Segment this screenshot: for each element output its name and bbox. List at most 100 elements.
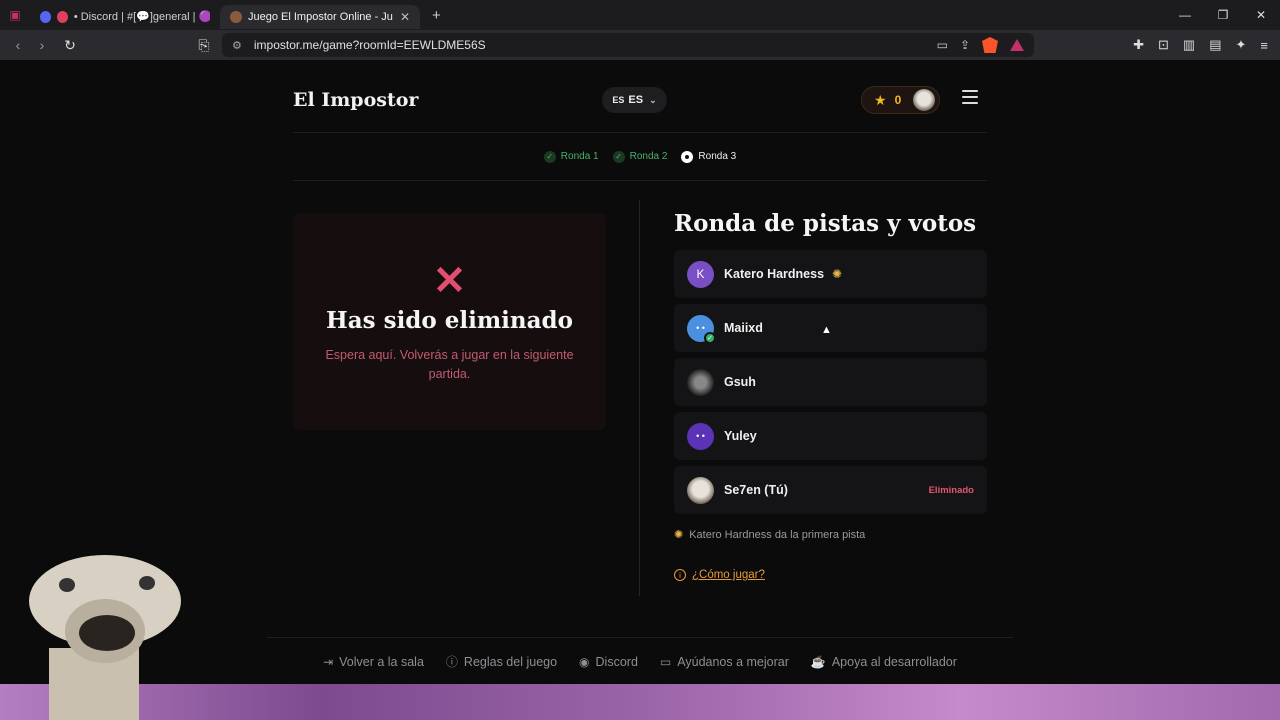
footer-link-label: Apoya al desarrollador xyxy=(831,654,957,669)
language-code: ES xyxy=(628,94,644,106)
wallet-icon[interactable]: ▤ xyxy=(1209,37,1221,53)
reload-icon[interactable]: ↻ xyxy=(58,37,82,54)
site-header: El Impostor ES ES ⌄ ★ 0 xyxy=(293,60,987,133)
browser-tools: ✚ ⊡ ▥ ▤ ✦ ≡ xyxy=(1133,30,1268,60)
footer-link-label: Ayúdanos a mejorar xyxy=(677,654,789,669)
chevron-down-icon: ⌄ xyxy=(649,94,657,105)
face-icon: • • xyxy=(696,431,705,441)
browser-menu-icon[interactable]: ▣ xyxy=(0,8,30,22)
user-avatar[interactable] xyxy=(913,89,936,111)
coffee-icon: ☕ xyxy=(810,654,826,669)
player-name: Yuley xyxy=(724,429,757,443)
url-text: impostor.me/game?roomId=EEWLDME56S xyxy=(253,38,486,52)
player-row[interactable]: Gsuh xyxy=(674,358,987,406)
player-avatar: K xyxy=(687,260,714,288)
tab-impostor[interactable]: Juego El Impostor Online - Jugar ✕ xyxy=(220,4,420,29)
discord-tab-icon xyxy=(40,10,51,23)
extensions-icon[interactable]: ✚ xyxy=(1133,37,1144,53)
back-icon[interactable]: ‹ xyxy=(6,37,30,53)
tab-label: • Discord | #[💬]general | 🟣n't xyxy=(73,11,210,23)
eliminated-card: ✕ Has sido eliminado Espera aquí. Volver… xyxy=(293,213,606,430)
player-name: Katero Hardness xyxy=(724,267,825,281)
player-avatar: • • xyxy=(687,422,714,450)
how-to-play-link[interactable]: ¿Cómo jugar? xyxy=(692,569,765,581)
browser-tabbar: ▣ • Discord | #[💬]general | 🟣n't Juego E… xyxy=(0,0,1280,30)
window-controls: — ❐ ✕ xyxy=(1166,0,1280,30)
bookmark-icon[interactable]: ⎘ xyxy=(192,37,216,54)
player-avatar: • • ✓ xyxy=(687,314,716,344)
round-3: Ronda 3 xyxy=(681,150,737,163)
player-row[interactable]: • • Yuley xyxy=(674,412,987,460)
round-progress: ✓ Ronda 1 ✓ Ronda 2 Ronda 3 xyxy=(293,133,987,181)
round-2: ✓ Ronda 2 xyxy=(612,150,668,163)
share-icon[interactable]: ⇪ xyxy=(960,38,970,52)
info-icon: i xyxy=(674,569,686,581)
language-selector[interactable]: ES ES ⌄ xyxy=(602,87,667,113)
voting-panel: Ronda de pistas y votos K Katero Hardnes… xyxy=(674,210,987,581)
address-bar[interactable]: ⚙ impostor.me/game?roomId=EEWLDME56S ▭ ⇪ xyxy=(222,33,1034,57)
game-rules-link[interactable]: ⓘ Reglas del juego xyxy=(446,653,557,670)
player-name: Maiixd xyxy=(724,321,763,335)
hint-text: Katero Hardness da la primera pista xyxy=(689,528,866,541)
forward-icon[interactable]: › xyxy=(30,37,54,53)
feedback-icon: ▭ xyxy=(659,654,672,669)
minimize-button[interactable]: — xyxy=(1166,8,1204,22)
player-avatar xyxy=(687,476,714,504)
maximize-button[interactable]: ❐ xyxy=(1204,8,1242,22)
support-developer-link[interactable]: ☕ Apoya al desarrollador xyxy=(811,655,957,669)
player-row[interactable]: Se7en (Tú) Eliminado xyxy=(674,466,987,514)
star-icon: ★ xyxy=(874,91,887,108)
check-icon: ✓ xyxy=(543,150,556,163)
first-clue-hint: ✺ Katero Hardness da la primera pista xyxy=(674,528,987,542)
eliminated-subtitle: Espera aquí. Volverás a jugar en la sigu… xyxy=(325,348,574,381)
leo-ai-icon[interactable]: ✦ xyxy=(1236,37,1247,53)
round-label: Ronda 2 xyxy=(629,151,668,162)
impostor-tab-icon xyxy=(230,10,242,23)
player-name: Gsuh xyxy=(724,375,756,389)
browser-menu-button[interactable]: ≡ xyxy=(1260,38,1268,53)
round-1: ✓ Ronda 1 xyxy=(543,150,599,163)
score-badge[interactable]: ★ 0 xyxy=(861,86,940,114)
how-to-play[interactable]: i ¿Cómo jugar? xyxy=(674,569,987,581)
site-logo[interactable]: El Impostor xyxy=(293,89,418,111)
hamburger-menu-icon[interactable] xyxy=(962,90,978,104)
close-x-icon: ✕ xyxy=(432,259,467,303)
eliminated-badge: Eliminado xyxy=(928,484,974,496)
voting-title: Ronda de pistas y votos xyxy=(674,210,977,237)
stream-overlay-band xyxy=(0,684,1280,720)
sun-icon: ✺ xyxy=(674,529,684,541)
screenshot-icon[interactable]: ⊡ xyxy=(1158,37,1169,53)
site-footer: ⇥ Volver a la sala ⓘ Reglas del juego ◉ … xyxy=(267,637,1013,685)
player-avatar xyxy=(687,368,714,396)
tab-discord[interactable]: • Discord | #[💬]general | 🟣n't xyxy=(30,5,220,29)
back-to-room-link[interactable]: ⇥ Volver a la sala xyxy=(323,655,424,669)
tab-label: Juego El Impostor Online - Jugar xyxy=(248,10,393,23)
close-window-button[interactable]: ✕ xyxy=(1242,8,1280,22)
player-row[interactable]: • • ✓ Maiixd ▲ xyxy=(674,304,987,352)
column-divider xyxy=(639,200,640,596)
recording-icon xyxy=(56,10,68,23)
close-tab-icon[interactable]: ✕ xyxy=(400,10,410,24)
discord-link[interactable]: ◉ Discord xyxy=(579,655,638,669)
feedback-link[interactable]: ▭ Ayúdanos a mejorar xyxy=(660,655,789,669)
round-label: Ronda 1 xyxy=(560,151,599,162)
footer-link-label: Volver a la sala xyxy=(339,654,424,669)
player-row[interactable]: K Katero Hardness ✺ xyxy=(674,250,987,298)
new-tab-button[interactable]: + xyxy=(432,7,441,24)
voted-check-icon: ✓ xyxy=(704,331,716,344)
brave-rewards-icon[interactable] xyxy=(1010,39,1024,51)
browser-toolbar: ‹ › ↻ ⎘ ⚙ impostor.me/game?roomId=EEWLDM… xyxy=(0,30,1280,60)
sidebar-icon[interactable]: ▥ xyxy=(1183,37,1195,53)
mouse-cursor-icon: ▲ xyxy=(821,324,832,336)
sun-icon: ✺ xyxy=(832,267,843,281)
score-value: 0 xyxy=(894,93,902,107)
footer-link-label: Reglas del juego xyxy=(463,654,558,669)
eliminated-title: Has sido eliminado xyxy=(326,307,573,334)
round-label: Ronda 3 xyxy=(698,151,737,162)
brave-shield-icon[interactable] xyxy=(982,37,998,53)
player-name: Se7en (Tú) xyxy=(724,483,788,497)
discord-icon: ◉ xyxy=(579,654,590,669)
check-icon: ✓ xyxy=(612,150,625,163)
cast-icon[interactable]: ▭ xyxy=(937,38,948,52)
site-settings-icon[interactable]: ⚙ xyxy=(232,39,242,52)
